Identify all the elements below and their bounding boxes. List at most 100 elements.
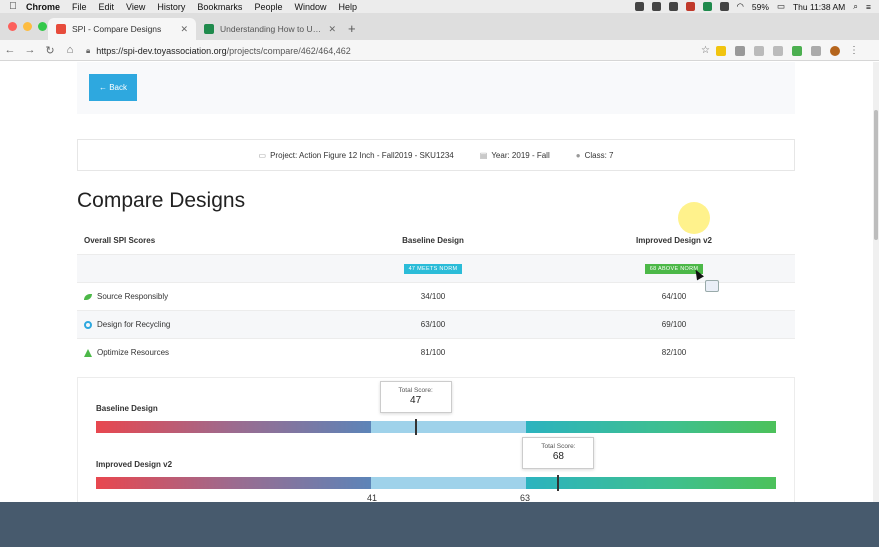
status-icon[interactable] — [634, 2, 644, 11]
extension-icon[interactable] — [716, 45, 726, 56]
year-label: Year: 2019 - Fall — [491, 150, 550, 160]
status-icon[interactable] — [719, 2, 729, 11]
battery-icon[interactable]: ▭ — [777, 1, 785, 12]
calendar-icon: ▤ — [479, 150, 488, 160]
menu-file[interactable]: File — [72, 2, 87, 12]
recycle-icon — [84, 320, 92, 329]
badge-cell: 47 MEETS NORM — [363, 263, 503, 274]
bookmark-star-icon[interactable]: ☆ — [701, 45, 710, 56]
close-icon[interactable]: ✕ — [328, 24, 336, 35]
desktop-dock-area — [0, 502, 879, 547]
project-info-bar: ▭ Project: Action Figure 12 Inch - Fall2… — [77, 139, 795, 171]
extension-icon[interactable] — [792, 45, 802, 56]
menu-view[interactable]: View — [126, 2, 145, 12]
profile-avatar[interactable] — [830, 45, 840, 56]
improved-score: 69/100 — [661, 320, 687, 329]
menu-help[interactable]: Help — [338, 2, 357, 12]
new-tab-button[interactable]: + — [348, 21, 356, 36]
search-icon[interactable]: ⌕ — [853, 1, 858, 12]
menubar-status-area: ◠ 59% ▭ Thu 11:38 AM ⌕ ≡ — [634, 1, 879, 12]
scores-table: Overall SPI Scores Baseline Design Impro… — [77, 226, 795, 366]
col-header-baseline: Baseline Design — [402, 235, 464, 245]
minimize-window-button[interactable] — [23, 22, 32, 31]
favicon-icon — [204, 24, 214, 34]
baseline-score-marker — [414, 419, 417, 435]
apple-icon[interactable]:  — [0, 1, 26, 12]
tab-understanding[interactable]: Understanding How to Use The... ✕ — [196, 18, 344, 40]
menu-edit[interactable]: Edit — [99, 2, 115, 12]
class-label: Class: 7 — [584, 150, 614, 160]
forward-arrow-icon[interactable]: → — [20, 44, 40, 56]
zoom-window-button[interactable] — [38, 22, 47, 31]
back-panel — [77, 62, 795, 114]
drag-copy-icon — [705, 280, 719, 292]
box-icon: ▭ — [258, 150, 267, 160]
menu-window[interactable]: Window — [294, 2, 326, 12]
extension-icons: ⋮ — [716, 45, 859, 56]
back-button[interactable]: ← Back — [89, 74, 137, 101]
status-icon[interactable] — [668, 2, 678, 11]
menu-history[interactable]: History — [157, 2, 185, 12]
menu-bookmarks[interactable]: Bookmarks — [197, 2, 242, 12]
browser-tab-strip: SPI - Compare Designs ✕ Understanding Ho… — [0, 13, 879, 40]
close-window-button[interactable] — [8, 22, 17, 31]
baseline-total-tooltip: Total Score: 47 — [379, 381, 452, 413]
battery-percent: 59% — [751, 1, 769, 12]
bar-segment-low — [96, 421, 372, 433]
row-label-text: Optimize Resources — [97, 348, 170, 357]
menu-list-icon[interactable]: ≡ — [866, 2, 871, 12]
wifi-icon[interactable]: ◠ — [737, 1, 744, 12]
improved-score-marker — [557, 475, 560, 491]
page-scrollbar[interactable] — [873, 62, 879, 502]
row-label[interactable]: Design for Recycling — [84, 320, 170, 329]
favicon-icon — [56, 24, 66, 34]
meets-norm-badge: 47 MEETS NORM — [403, 264, 463, 274]
window-controls — [8, 22, 47, 31]
tab-label: SPI - Compare Designs — [72, 24, 162, 34]
more-menu-icon[interactable]: ⋮ — [849, 45, 859, 56]
project-label: Project: Action Figure 12 Inch - Fall201… — [270, 150, 454, 160]
badge-row: 47 MEETS NORM 68 ABOVE NORM — [77, 254, 795, 282]
extension-icon[interactable] — [754, 45, 764, 56]
home-icon[interactable]: ⌂ — [60, 44, 80, 56]
lock-icon[interactable]: 🔒︎ — [86, 46, 90, 56]
address-bar[interactable]: 🔒︎ https://spi-dev.toyassociation.org /p… — [86, 43, 710, 58]
status-icon[interactable] — [685, 2, 695, 11]
extension-icon[interactable] — [773, 45, 783, 56]
url-host: https://spi-dev.toyassociation.org — [96, 45, 227, 56]
extension-icon[interactable] — [735, 45, 745, 56]
menu-app-name[interactable]: Chrome — [26, 2, 60, 12]
baseline-bar-label: Baseline Design — [96, 404, 158, 413]
clock[interactable]: Thu 11:38 AM — [793, 2, 845, 12]
reload-icon[interactable]: ↻ — [40, 44, 60, 57]
page-content: ← Back ▭ Project: Action Figure 12 Inch … — [0, 62, 879, 502]
improved-score: 82/100 — [661, 348, 687, 357]
close-icon[interactable]: ✕ — [180, 24, 188, 35]
score-bars-panel: Baseline Design Total Score: 47 Improved… — [77, 377, 795, 502]
bar-segment-mid — [371, 421, 527, 433]
tab-label: Understanding How to Use The... — [220, 24, 322, 34]
baseline-score-bar — [96, 421, 776, 433]
tick-low: 41 — [367, 493, 378, 502]
tooltip-value: 47 — [410, 395, 422, 406]
dot-icon: ● — [575, 150, 581, 160]
status-icon[interactable] — [702, 2, 712, 11]
baseline-score: 81/100 — [420, 348, 446, 357]
row-label-text: Design for Recycling — [97, 320, 171, 329]
tab-compare-designs[interactable]: SPI - Compare Designs ✕ — [48, 18, 196, 40]
status-icon[interactable] — [651, 2, 661, 11]
bar-segment-low — [96, 477, 372, 489]
year-info: ▤ Year: 2019 - Fall — [480, 151, 550, 160]
back-arrow-icon[interactable]: ← — [0, 44, 20, 56]
tick-high: 63 — [520, 493, 531, 502]
url-path: /projects/compare/462/464,462 — [226, 45, 351, 56]
scrollbar-thumb[interactable] — [874, 110, 878, 240]
menu-people[interactable]: People — [254, 2, 282, 12]
tree-icon — [84, 348, 92, 357]
improved-score-bar — [96, 477, 776, 489]
baseline-score: 34/100 — [420, 292, 446, 301]
tooltip-value: 68 — [552, 451, 564, 462]
row-label[interactable]: Source Responsibly — [84, 292, 168, 301]
row-label[interactable]: Optimize Resources — [84, 348, 169, 357]
extension-icon[interactable] — [811, 45, 821, 56]
